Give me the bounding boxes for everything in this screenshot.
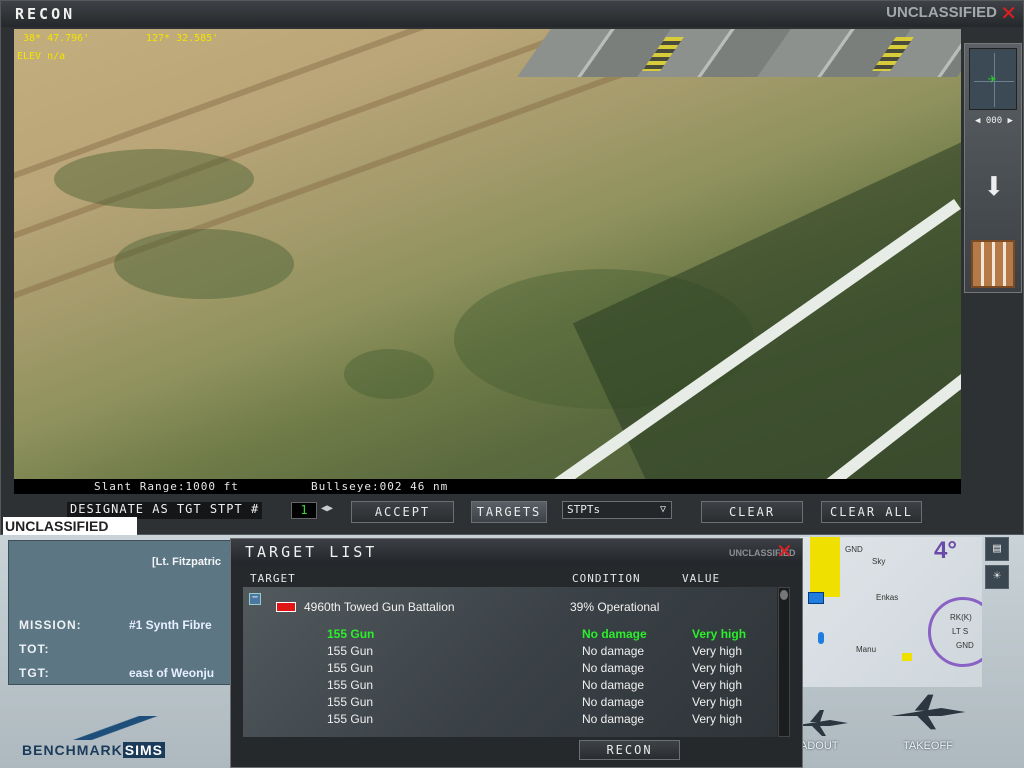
compass-widget[interactable]: ✈: [969, 48, 1017, 110]
benchmark-sims-logo: BENCHMARK SIMS: [18, 710, 230, 760]
classification-watermark: UNCLASSIFIED: [886, 4, 997, 21]
collapse-icon[interactable]: −: [249, 593, 261, 605]
scrollbar[interactable]: [778, 587, 790, 737]
recon-status-bar: Slant Range:1000 ft Bullseye:002 46 nm: [14, 479, 961, 494]
recon-title: RECON: [15, 5, 76, 23]
map-label: GND: [845, 545, 863, 554]
enemy-flag-icon: [276, 602, 296, 612]
table-row[interactable]: 155 Gun No damage Very high: [243, 644, 777, 661]
column-header-condition[interactable]: CONDITION: [572, 572, 641, 585]
terrain-patch: [114, 229, 294, 299]
map-label: RK(K): [950, 613, 972, 622]
tot-label: TOT:: [19, 642, 50, 656]
row-condition: No damage: [582, 627, 647, 641]
map-tools: ▤ ☀: [985, 535, 1015, 595]
row-value: Very high: [692, 661, 743, 675]
aircraft-icon: ✈: [988, 71, 997, 87]
map-label: LT S: [952, 627, 969, 636]
table-row[interactable]: 155 Gun No damage Very high: [243, 678, 777, 695]
row-value: Very high: [692, 644, 743, 658]
chevron-down-icon: ▽: [659, 504, 666, 515]
takeoff-tab[interactable]: TAKEOFF: [903, 740, 953, 752]
tgt-value: east of Weonju: [129, 666, 215, 680]
row-condition: No damage: [582, 661, 645, 675]
hud-longitude: 127* 32.585': [146, 33, 219, 44]
scrollbar-thumb[interactable]: [780, 590, 788, 600]
bullseye-readout: Bullseye:002 46 nm: [311, 480, 449, 493]
row-condition: No damage: [582, 695, 645, 709]
row-condition: No damage: [582, 678, 645, 692]
map-zone: [902, 653, 912, 661]
row-condition: No damage: [582, 644, 645, 658]
terrain-patch: [344, 349, 434, 399]
map-label-four: 4°: [934, 537, 957, 564]
mission-label: MISSION:: [19, 618, 82, 632]
map-envelope-icon[interactable]: [808, 592, 824, 604]
row-target: 155 Gun: [327, 712, 374, 726]
recon-camera-view[interactable]: [14, 29, 961, 494]
target-list-window: TARGET LIST UNCLASSIFIED ✕ TARGET CONDIT…: [230, 538, 803, 768]
map-zone: [810, 537, 840, 597]
hud-elevation: ELEV n/a: [17, 51, 66, 62]
table-row[interactable]: 155 Gun No damage Very high: [243, 712, 777, 729]
stpts-dropdown-value: STPTs: [567, 503, 601, 516]
map-label: Enkas: [876, 593, 899, 602]
loadout-tab[interactable]: ADOUT: [800, 740, 839, 752]
table-row[interactable]: 155 Gun No damage Very high: [243, 627, 777, 644]
mission-map[interactable]: 4° GND Sky Enkas Manu RK(K) LT S GND: [800, 537, 982, 687]
map-label: Manu: [856, 645, 877, 654]
terrain-patch: [54, 149, 254, 209]
recon-titlebar[interactable]: RECON UNCLASSIFIED ✕: [1, 1, 1023, 27]
row-value: Very high: [692, 712, 743, 726]
unit-condition: 39% Operational: [570, 600, 660, 614]
column-header-value[interactable]: VALUE: [682, 572, 720, 585]
row-value: Very high: [692, 627, 747, 641]
recon-button[interactable]: RECON: [579, 740, 680, 760]
targets-button[interactable]: TARGETS: [471, 501, 547, 523]
accept-button[interactable]: ACCEPT: [351, 501, 454, 523]
column-header-target[interactable]: TARGET: [250, 572, 296, 585]
zoom-arrow-icon[interactable]: ⬇: [971, 164, 1017, 210]
classification-banner: UNCLASSIFIED: [3, 517, 137, 535]
map-pin-icon[interactable]: [818, 632, 824, 644]
target-list-titlebar[interactable]: TARGET LIST UNCLASSIFIED ✕: [231, 539, 802, 565]
clear-all-button[interactable]: CLEAR ALL: [821, 501, 922, 523]
close-icon[interactable]: ✕: [1000, 1, 1017, 25]
pilot-name: [Lt. Fitzpatric: [152, 556, 222, 568]
logo-text: BENCHMARK SIMS: [22, 742, 166, 758]
slant-range: Slant Range:1000 ft: [94, 480, 239, 493]
stpt-number-field[interactable]: 1: [291, 502, 317, 519]
stpts-dropdown[interactable]: STPTs ▽: [562, 501, 672, 519]
target-list-title: TARGET LIST: [245, 543, 378, 561]
takeoff-jet-icon[interactable]: [888, 692, 968, 732]
unit-name[interactable]: 4960th Towed Gun Battalion: [304, 600, 455, 614]
row-target: 155 Gun: [327, 627, 375, 641]
map-label: GND: [956, 641, 974, 650]
tgt-label: TGT:: [19, 666, 50, 680]
close-icon[interactable]: ✕: [776, 539, 793, 563]
row-target: 155 Gun: [327, 661, 374, 675]
row-condition: No damage: [582, 712, 645, 726]
layers-icon[interactable]: ▤: [985, 537, 1009, 561]
recon-controls-strip: ✈ ◀ 000 ▶ ⬇: [964, 43, 1022, 293]
clear-button[interactable]: CLEAR: [701, 501, 803, 523]
row-target: 155 Gun: [327, 644, 374, 658]
heading-spinner[interactable]: ◀ 000 ▶: [969, 116, 1019, 126]
stpt-spinner-icon[interactable]: ◀▶: [321, 503, 333, 514]
row-value: Very high: [692, 678, 743, 692]
hud-latitude: 38* 47.796': [23, 33, 90, 44]
recon-window: RECON UNCLASSIFIED ✕ 38* 47.796' 127* 32…: [0, 0, 1024, 535]
row-target: 155 Gun: [327, 678, 374, 692]
logo-swoosh: [18, 716, 218, 740]
row-target: 155 Gun: [327, 695, 374, 709]
airbase-icon[interactable]: [971, 240, 1015, 288]
table-row[interactable]: 155 Gun No damage Very high: [243, 695, 777, 712]
map-label: Sky: [872, 557, 886, 566]
row-value: Very high: [692, 695, 743, 709]
table-row[interactable]: 155 Gun No damage Very high: [243, 661, 777, 678]
weather-icon[interactable]: ☀: [985, 565, 1009, 589]
mission-value: #1 Synth Fibre: [129, 618, 212, 632]
